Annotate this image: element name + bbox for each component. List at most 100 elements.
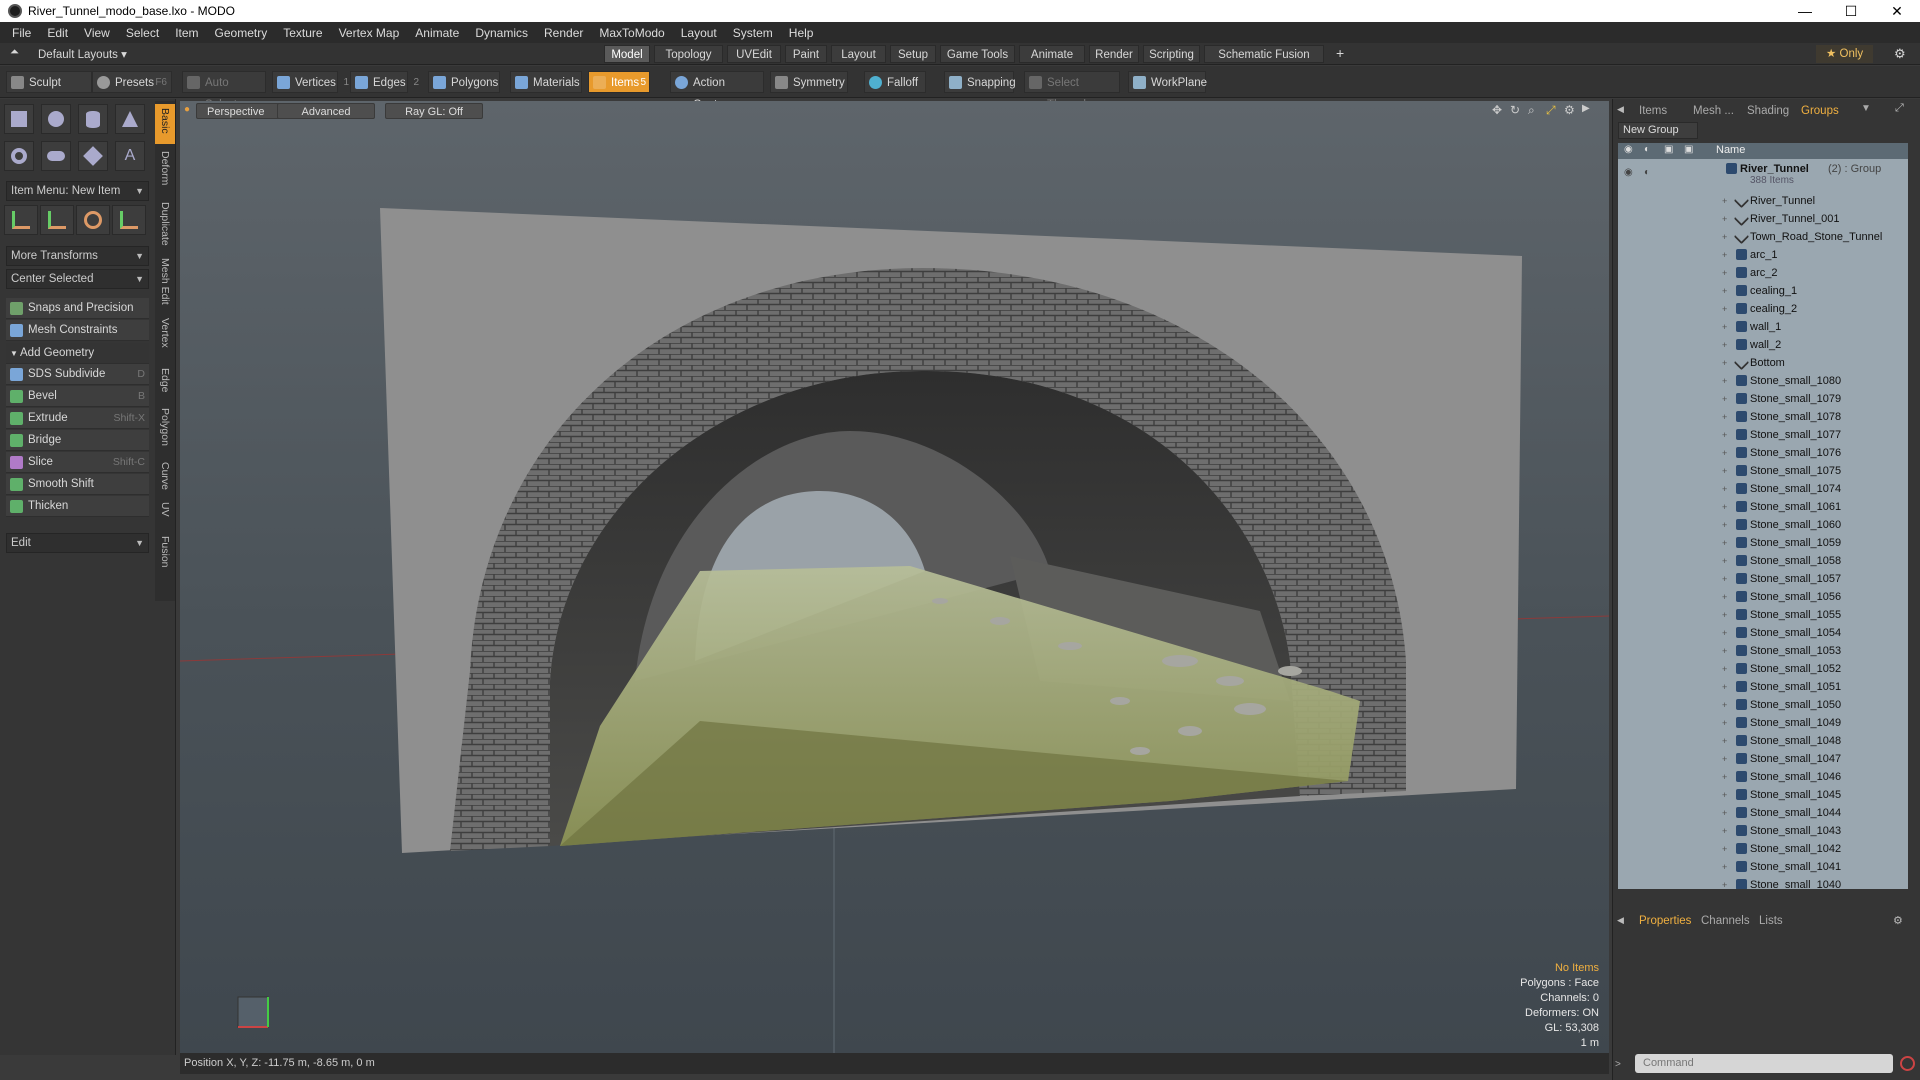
command-input[interactable]: Command bbox=[1635, 1054, 1893, 1073]
cylinder-icon[interactable] bbox=[78, 104, 108, 134]
visibility-eye-icon[interactable]: ◉ bbox=[1624, 164, 1633, 182]
tree-item[interactable]: + Stone_small_1080 bbox=[1618, 372, 1908, 390]
menu-geometry[interactable]: Geometry bbox=[207, 26, 276, 40]
torus-icon[interactable] bbox=[4, 141, 34, 171]
tree-item[interactable]: + Stone_small_1045 bbox=[1618, 786, 1908, 804]
expand-toggle-icon[interactable]: + bbox=[1722, 624, 1727, 642]
expand-toggle-icon[interactable]: + bbox=[1722, 822, 1727, 840]
right-tab-items[interactable]: Items bbox=[1631, 102, 1675, 120]
item-menu-dropdown[interactable]: Item Menu: New Item ▼ bbox=[6, 181, 149, 201]
menu-render[interactable]: Render bbox=[536, 26, 591, 40]
expand-toggle-icon[interactable]: + bbox=[1722, 552, 1727, 570]
menu-help[interactable]: Help bbox=[781, 26, 822, 40]
layout-tab-scripting[interactable]: Scripting bbox=[1143, 45, 1200, 63]
expand-toggle-icon[interactable]: + bbox=[1722, 318, 1727, 336]
rotate-icon[interactable] bbox=[40, 205, 74, 235]
3d-viewport[interactable]: ● Perspective Advanced Ray GL: Off ✥ ↻ ⌕… bbox=[180, 101, 1609, 1053]
expand-toggle-icon[interactable]: + bbox=[1722, 498, 1727, 516]
menu-file[interactable]: File bbox=[4, 26, 39, 40]
side-tab-polygon[interactable]: Polygon bbox=[155, 404, 175, 454]
visibility-eye-icon[interactable]: ◉ bbox=[1624, 144, 1633, 155]
tree-item[interactable]: + River_Tunnel bbox=[1618, 192, 1908, 210]
tree-item[interactable]: + Stone_small_1059 bbox=[1618, 534, 1908, 552]
tree-item[interactable]: + Stone_small_1046 bbox=[1618, 768, 1908, 786]
side-tab-fusion[interactable]: Fusion bbox=[155, 532, 175, 572]
tree-item[interactable]: + arc_1 bbox=[1618, 246, 1908, 264]
close-button[interactable]: ✕ bbox=[1874, 0, 1920, 22]
tree-item[interactable]: + Stone_small_1040 bbox=[1618, 876, 1908, 889]
menu-select[interactable]: Select bbox=[118, 26, 167, 40]
tree-item[interactable]: + cealing_2 bbox=[1618, 300, 1908, 318]
expand-toggle-icon[interactable]: + bbox=[1722, 678, 1727, 696]
expand-toggle-icon[interactable]: + bbox=[1722, 732, 1727, 750]
layout-tab-layout[interactable]: Layout bbox=[831, 45, 886, 63]
tree-item[interactable]: + Stone_small_1051 bbox=[1618, 678, 1908, 696]
tree-item[interactable]: + Stone_small_1075 bbox=[1618, 462, 1908, 480]
more-transforms-dropdown[interactable]: More Transforms ▼ bbox=[6, 246, 149, 266]
right-tab-shading[interactable]: Shading bbox=[1739, 102, 1797, 120]
new-group-button[interactable]: New Group bbox=[1618, 122, 1698, 139]
layout-tab-uvedit[interactable]: UVEdit bbox=[727, 45, 781, 63]
layout-tab-setup[interactable]: Setup bbox=[890, 45, 936, 63]
panel-menu-icon[interactable]: ◀ bbox=[1617, 915, 1624, 926]
menu-animate[interactable]: Animate bbox=[407, 26, 467, 40]
render-icon[interactable]: ◐ bbox=[1644, 164, 1650, 182]
panel-gear-icon[interactable]: ⚙ bbox=[1893, 914, 1903, 927]
lock-icon[interactable]: ▣ bbox=[1664, 144, 1673, 155]
falloff-button[interactable]: Falloff bbox=[864, 71, 926, 93]
side-tab-curve[interactable]: Curve bbox=[155, 458, 175, 494]
group-row[interactable]: ◉ ◐ River_Tunnel (2) : Group 388 Items bbox=[1618, 160, 1908, 190]
expand-toggle-icon[interactable]: + bbox=[1722, 696, 1727, 714]
items-button[interactable]: Items 5 bbox=[588, 71, 650, 93]
menu-view[interactable]: View bbox=[76, 26, 118, 40]
side-tab-deform[interactable]: Deform bbox=[155, 147, 175, 195]
tree-item[interactable]: + River_Tunnel_001 bbox=[1618, 210, 1908, 228]
tab-dropdown-icon[interactable]: ▼ bbox=[1861, 103, 1871, 114]
sculpt-button[interactable]: Sculpt bbox=[6, 71, 92, 93]
layout-tab-render[interactable]: Render bbox=[1089, 45, 1139, 63]
move-icon[interactable] bbox=[4, 205, 38, 235]
right-tab-groups[interactable]: Groups bbox=[1793, 102, 1847, 120]
expand-toggle-icon[interactable]: + bbox=[1722, 462, 1727, 480]
expand-toggle-icon[interactable]: + bbox=[1722, 660, 1727, 678]
layout-home-icon[interactable]: ⏶ bbox=[10, 46, 19, 59]
tree-item[interactable]: + Stone_small_1055 bbox=[1618, 606, 1908, 624]
layout-tab-animate[interactable]: Animate bbox=[1019, 45, 1085, 63]
capsule-icon[interactable] bbox=[41, 141, 71, 171]
menu-vertex-map[interactable]: Vertex Map bbox=[331, 26, 408, 40]
panel-menu-icon[interactable]: ◀ bbox=[1617, 104, 1624, 115]
bottom-tab-properties[interactable]: Properties bbox=[1631, 912, 1699, 930]
tree-item[interactable]: + Stone_small_1058 bbox=[1618, 552, 1908, 570]
menu-dynamics[interactable]: Dynamics bbox=[467, 26, 536, 40]
expand-toggle-icon[interactable]: + bbox=[1722, 534, 1727, 552]
expand-toggle-icon[interactable]: + bbox=[1722, 768, 1727, 786]
cube-icon[interactable] bbox=[4, 104, 34, 134]
menu-texture[interactable]: Texture bbox=[275, 26, 330, 40]
expand-toggle-icon[interactable]: + bbox=[1722, 246, 1727, 264]
expand-toggle-icon[interactable]: + bbox=[1722, 804, 1727, 822]
layout-tab-schematic-fusion[interactable]: Schematic Fusion bbox=[1204, 45, 1324, 63]
expand-toggle-icon[interactable]: + bbox=[1722, 300, 1727, 318]
side-tab-vertex[interactable]: Vertex bbox=[155, 314, 175, 360]
layout-tab-model[interactable]: Model bbox=[604, 45, 650, 63]
expand-toggle-icon[interactable]: + bbox=[1722, 210, 1727, 228]
tree-item[interactable]: + Stone_small_1047 bbox=[1618, 750, 1908, 768]
menu-layout[interactable]: Layout bbox=[673, 26, 725, 40]
tree-item[interactable]: + Stone_small_1042 bbox=[1618, 840, 1908, 858]
tree-item[interactable]: + Stone_small_1074 bbox=[1618, 480, 1908, 498]
expand-toggle-icon[interactable]: + bbox=[1722, 480, 1727, 498]
tree-item[interactable]: + arc_2 bbox=[1618, 264, 1908, 282]
only-toggle[interactable]: ★ Only bbox=[1816, 45, 1874, 63]
expand-toggle-icon[interactable]: + bbox=[1722, 876, 1727, 889]
tree-item[interactable]: + Stone_small_1053 bbox=[1618, 642, 1908, 660]
tool-bridge[interactable]: Bridge bbox=[6, 430, 149, 451]
expand-toggle-icon[interactable]: + bbox=[1722, 192, 1727, 210]
tool-thicken[interactable]: Thicken bbox=[6, 496, 149, 517]
tree-item[interactable]: + Stone_small_1078 bbox=[1618, 408, 1908, 426]
expand-toggle-icon[interactable]: + bbox=[1722, 354, 1727, 372]
sphere-icon[interactable] bbox=[41, 104, 71, 134]
panel-expand-icon[interactable]: ⤢ bbox=[1895, 102, 1904, 115]
add-geometry-header[interactable]: ▼ Add Geometry bbox=[6, 343, 149, 364]
tree-item[interactable]: + Bottom bbox=[1618, 354, 1908, 372]
tree-item[interactable]: + Stone_small_1077 bbox=[1618, 426, 1908, 444]
